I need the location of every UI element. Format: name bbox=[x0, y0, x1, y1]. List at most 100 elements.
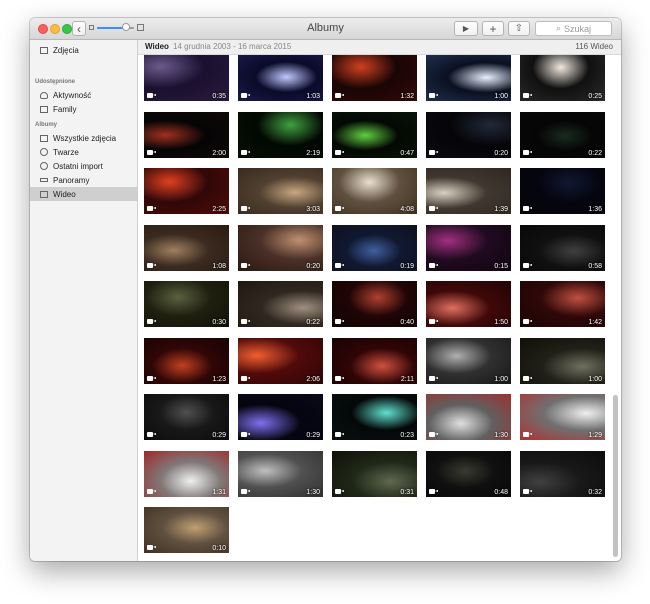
video-camera-icon bbox=[523, 488, 532, 494]
search-icon: ⌕ bbox=[555, 23, 562, 33]
video-camera-icon bbox=[335, 375, 344, 381]
video-thumbnail[interactable]: 0:20 bbox=[238, 224, 323, 271]
sidebar-item-videos[interactable]: Wideo bbox=[30, 187, 137, 201]
video-thumbnail[interactable]: 2:19 bbox=[238, 111, 323, 158]
video-camera-icon bbox=[147, 206, 156, 211]
video-duration: 1:30 bbox=[306, 488, 320, 496]
video-thumbnail[interactable]: 1:03 bbox=[238, 55, 323, 101]
video-thumbnail[interactable]: 1:00 bbox=[426, 337, 511, 384]
video-camera-icon bbox=[147, 149, 156, 155]
video-thumbnail[interactable]: 1:32 bbox=[332, 55, 417, 101]
video-duration: 1:31 bbox=[212, 488, 226, 496]
video-duration: 1:08 bbox=[212, 262, 226, 270]
video-duration: 0:22 bbox=[306, 319, 320, 326]
video-thumbnail[interactable]: 0:30 bbox=[144, 281, 229, 327]
slider-knob[interactable] bbox=[121, 23, 130, 31]
video-thumbnail[interactable]: 1:29 bbox=[520, 394, 605, 440]
video-thumbnail[interactable]: 1:00 bbox=[426, 55, 511, 101]
video-duration: 0:15 bbox=[494, 262, 508, 270]
video-thumbnail[interactable]: 0:25 bbox=[520, 55, 605, 101]
back-button[interactable]: ‹ bbox=[72, 21, 86, 36]
video-thumbnail[interactable]: 0:19 bbox=[332, 224, 417, 271]
video-thumbnail[interactable]: 1:50 bbox=[426, 281, 511, 327]
video-thumbnail[interactable]: 2:00 bbox=[144, 111, 229, 158]
sidebar-item-activity[interactable]: Aktywność bbox=[30, 88, 137, 102]
video-duration: 2:25 bbox=[212, 206, 226, 213]
video-thumbnail[interactable]: 0:10 bbox=[144, 507, 229, 553]
video-thumbnail[interactable]: 1:36 bbox=[520, 168, 605, 214]
video-thumbnail[interactable]: 0:29 bbox=[144, 394, 229, 440]
zoom-slider[interactable] bbox=[89, 23, 144, 35]
video-thumbnail[interactable]: 1:23 bbox=[144, 337, 229, 384]
video-thumbnail[interactable]: 1:42 bbox=[520, 281, 605, 327]
album-title: Wideo bbox=[145, 42, 169, 51]
video-thumbnail[interactable]: 0:40 bbox=[332, 281, 417, 327]
close-button[interactable] bbox=[38, 24, 48, 34]
scrollbar[interactable] bbox=[613, 395, 618, 557]
video-camera-icon bbox=[523, 262, 532, 268]
photos-window: ‹ Albumy ▶ + ⇧ ⌕ Szukaj Zdjęcia Udostępn… bbox=[30, 18, 621, 561]
video-camera-icon bbox=[429, 319, 438, 324]
video-thumbnail[interactable]: 1:08 bbox=[144, 224, 229, 271]
video-thumbnail[interactable]: 0:20 bbox=[426, 111, 511, 158]
video-camera-icon bbox=[335, 93, 344, 98]
video-thumbnail[interactable]: 4:08 bbox=[332, 168, 417, 214]
video-camera-icon bbox=[429, 262, 438, 268]
video-camera-icon bbox=[241, 488, 250, 494]
sidebar-item-all-photos[interactable]: Wszystkie zdjęcia bbox=[30, 131, 137, 145]
video-thumbnail[interactable]: 1:30 bbox=[426, 394, 511, 440]
video-camera-icon bbox=[241, 432, 250, 437]
video-thumbnail[interactable]: 0:22 bbox=[520, 111, 605, 158]
video-thumbnail[interactable]: 0:29 bbox=[238, 394, 323, 440]
sidebar-item-label: Zdjęcia bbox=[53, 45, 79, 55]
video-thumbnail[interactable]: 0:47 bbox=[332, 111, 417, 158]
slideshow-button[interactable]: ▶ bbox=[454, 21, 478, 36]
search-placeholder: Szukaj bbox=[564, 23, 592, 34]
video-thumbnail[interactable]: 1:30 bbox=[238, 450, 323, 497]
share-icon: ⇧ bbox=[514, 23, 524, 34]
video-duration: 3:03 bbox=[306, 206, 320, 213]
video-thumbnail[interactable]: 1:00 bbox=[520, 337, 605, 384]
video-thumbnail[interactable]: 2:06 bbox=[238, 337, 323, 384]
video-thumbnail[interactable]: 0:32 bbox=[520, 450, 605, 497]
video-camera-icon bbox=[429, 375, 438, 381]
sidebar-item-label: Wszystkie zdjęcia bbox=[53, 133, 117, 143]
video-thumbnail[interactable]: 0:15 bbox=[426, 224, 511, 271]
video-thumbnail[interactable]: 3:03 bbox=[238, 168, 323, 214]
video-thumbnail[interactable]: 0:58 bbox=[520, 224, 605, 271]
share-button[interactable]: ⇧ bbox=[508, 21, 530, 36]
video-camera-icon bbox=[241, 149, 250, 155]
video-thumbnail[interactable]: 2:11 bbox=[332, 337, 417, 384]
cloud-icon bbox=[40, 91, 48, 99]
sidebar-item-label: Panoramy bbox=[53, 175, 90, 185]
video-thumbnail[interactable]: 0:31 bbox=[332, 450, 417, 497]
video-thumbnail[interactable]: 0:35 bbox=[144, 55, 229, 101]
video-duration: 0:40 bbox=[400, 319, 414, 326]
video-camera-icon bbox=[335, 262, 344, 268]
video-thumbnail[interactable]: 1:39 bbox=[426, 168, 511, 214]
video-duration: 1:00 bbox=[494, 375, 508, 383]
sidebar-item-panoramas[interactable]: Panoramy bbox=[30, 173, 137, 187]
sidebar-item-faces[interactable]: Twarze bbox=[30, 145, 137, 159]
video-thumbnail[interactable]: 0:23 bbox=[332, 394, 417, 440]
video-thumbnail[interactable]: 1:31 bbox=[144, 450, 229, 497]
search-field[interactable]: ⌕ Szukaj bbox=[535, 21, 612, 36]
video-duration: 0:20 bbox=[306, 262, 320, 270]
video-camera-icon bbox=[241, 206, 250, 211]
video-thumbnail[interactable]: 0:22 bbox=[238, 281, 323, 327]
video-duration: 0:29 bbox=[306, 432, 320, 439]
video-duration: 1:36 bbox=[588, 206, 602, 213]
video-duration: 1:39 bbox=[494, 206, 508, 213]
video-duration: 0:32 bbox=[588, 488, 602, 496]
video-thumbnail[interactable]: 2:25 bbox=[144, 168, 229, 214]
video-camera-icon bbox=[147, 545, 156, 550]
video-camera-icon bbox=[241, 375, 250, 381]
sidebar-item-photos[interactable]: Zdjęcia bbox=[30, 43, 137, 57]
zoom-button[interactable] bbox=[62, 24, 72, 34]
sidebar-item-family[interactable]: Family bbox=[30, 102, 137, 116]
video-thumbnail[interactable]: 0:48 bbox=[426, 450, 511, 497]
sidebar-item-label: Ostatni import bbox=[53, 161, 103, 171]
sidebar-item-last-import[interactable]: Ostatni import bbox=[30, 159, 137, 173]
add-button[interactable]: + bbox=[482, 21, 504, 36]
minimize-button[interactable] bbox=[50, 24, 60, 34]
